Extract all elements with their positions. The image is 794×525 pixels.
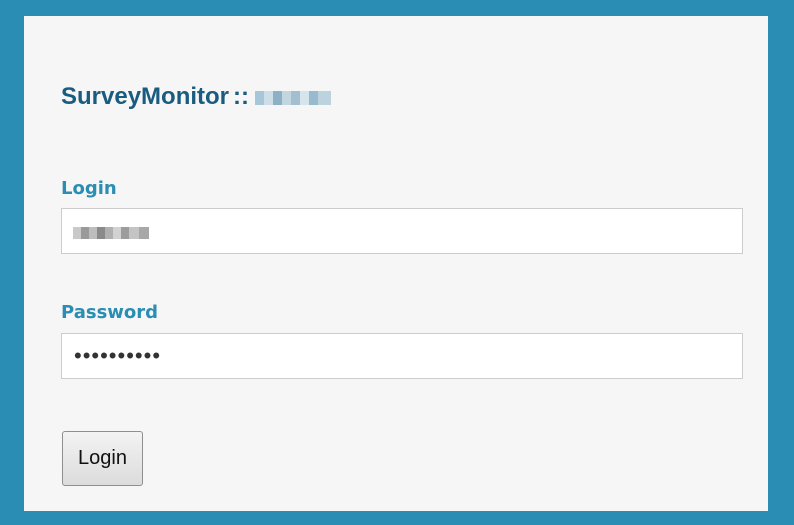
app-name: SurveyMonitor: [61, 83, 230, 110]
login-panel: SurveyMonitor:: Login Password •••••••••…: [24, 16, 781, 511]
login-label: Login: [61, 178, 117, 199]
password-label: Password: [61, 302, 159, 323]
password-input[interactable]: ••••••••••: [61, 333, 743, 379]
title-separator: ::: [233, 83, 250, 110]
site-name-redacted: [255, 90, 332, 105]
password-mask: ••••••••••: [74, 343, 162, 368]
login-input[interactable]: [61, 208, 743, 254]
login-button[interactable]: Login: [62, 431, 143, 486]
page-title: SurveyMonitor::: [61, 83, 332, 111]
